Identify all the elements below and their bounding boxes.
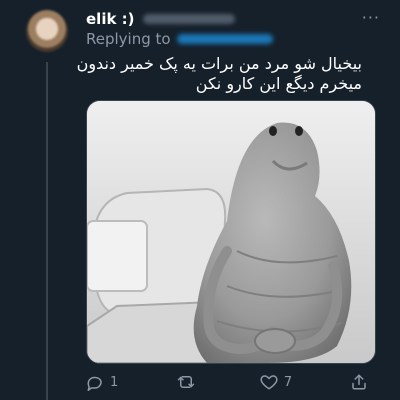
- tweet-actions: 1 7: [86, 372, 374, 392]
- share-action[interactable]: [350, 373, 374, 391]
- retweet-action[interactable]: [176, 373, 202, 391]
- zhdun-photo: [87, 101, 375, 363]
- reply-icon[interactable]: [86, 373, 104, 391]
- tweet-header: elik :): [86, 8, 382, 30]
- retweet-icon[interactable]: [176, 373, 196, 391]
- tweet-card: elik :) ··· Replying to بیخیال شو مرد من…: [0, 0, 400, 400]
- author-handle-redacted: [142, 14, 235, 24]
- reply-count: 1: [110, 374, 119, 390]
- author-name[interactable]: elik :): [86, 10, 135, 28]
- avatar[interactable]: [26, 10, 68, 52]
- reply-action[interactable]: 1: [86, 373, 118, 391]
- tweet-text-line-2: میخرم دیگع این کارو نکن: [195, 74, 362, 93]
- like-count: 7: [283, 374, 293, 390]
- like-action[interactable]: 7: [260, 373, 292, 391]
- reply-mention-redacted[interactable]: [176, 34, 273, 44]
- tweet-text-line-1: بیخیال شو مرد من برات یه پک خمیر دندون: [76, 54, 362, 73]
- tweet-text: بیخیال شو مرد من برات یه پک خمیر دندون م…: [76, 54, 362, 94]
- tweet-media-image[interactable]: [86, 100, 376, 364]
- heart-icon[interactable]: [260, 373, 278, 391]
- more-options-icon[interactable]: ···: [362, 8, 380, 27]
- share-icon[interactable]: [350, 373, 368, 391]
- thread-line: [46, 62, 48, 400]
- replying-label: Replying to: [86, 30, 171, 48]
- replying-to: Replying to: [86, 30, 273, 48]
